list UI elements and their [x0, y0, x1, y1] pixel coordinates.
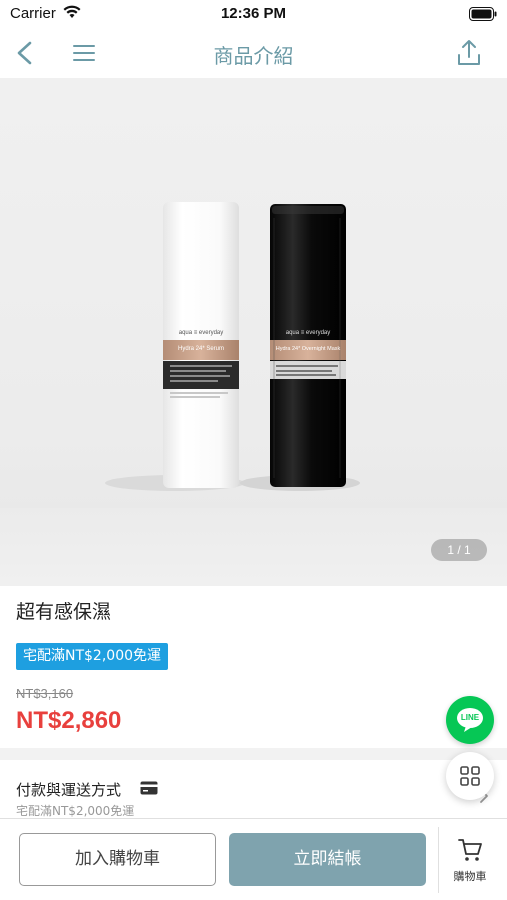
cart-tab[interactable]: 購物車: [440, 835, 500, 891]
battery-icon: [469, 7, 497, 21]
line-icon-label: LINE: [460, 713, 480, 722]
product-image-gallery[interactable]: aqua ≡ everyday Hydra 24* Serum aqua ≡ e…: [0, 78, 507, 586]
shopping-cart-icon: [458, 839, 482, 861]
grid-menu-button[interactable]: [446, 752, 494, 800]
product-photo: [105, 202, 360, 491]
credit-card-icon: [140, 781, 158, 795]
payment-shipping-title: 付款與運送方式: [16, 781, 122, 799]
share-icon[interactable]: [455, 37, 483, 69]
payment-shipping-subtitle: 宅配滿NT$2,000免運: [16, 804, 135, 818]
bottle-right-label: Hydra 24* Overnight Mask: [275, 346, 341, 352]
page-title: 商品介紹: [213, 44, 294, 68]
grid-icon: [460, 766, 480, 786]
add-to-cart-button[interactable]: 加入購物車: [19, 833, 216, 886]
current-price: NT$2,860: [16, 707, 122, 734]
bottom-action-bar: 加入購物車 立即結帳 購物車: [0, 818, 507, 900]
status-bar: Carrier 12:36 PM: [0, 0, 507, 28]
gallery-page-indicator: 1 / 1: [431, 539, 487, 561]
status-time: 12:36 PM: [220, 5, 287, 22]
bottle-left-label: Hydra 24* Serum: [177, 346, 225, 352]
checkout-button[interactable]: 立即結帳: [229, 833, 426, 886]
bottle-right-brand: aqua ≡ everyday: [285, 330, 331, 336]
line-chat-button[interactable]: LINE: [446, 696, 494, 744]
bottle-left-brand: aqua ≡ everyday: [178, 330, 224, 336]
original-price: NT$3,160: [16, 686, 74, 701]
cart-divider: [438, 827, 439, 893]
section-divider: [0, 748, 507, 760]
free-shipping-badge: 宅配滿NT$2,000免運: [16, 643, 169, 670]
cart-tab-label: 購物車: [453, 870, 487, 883]
product-name: 超有感保濕: [16, 601, 112, 623]
nav-bar: 商品介紹: [0, 28, 507, 78]
